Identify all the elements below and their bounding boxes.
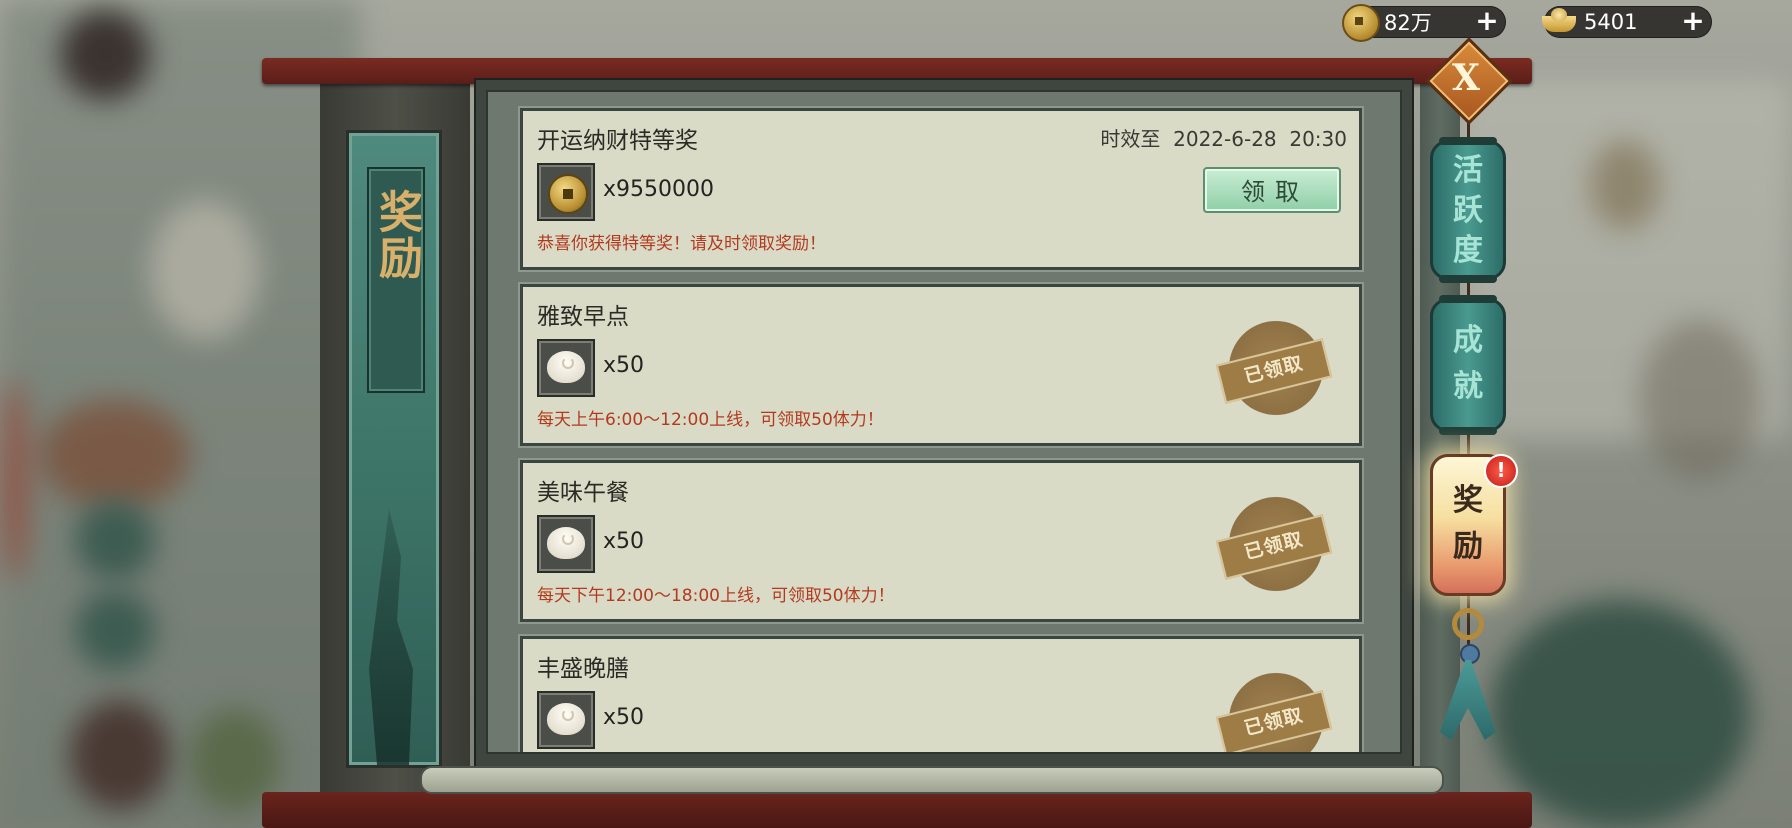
notification-badge: ! [1484, 454, 1518, 488]
reward-card: 雅致早点 x50 已领取 每天上午6:00～12:00上线，可领取50体力！ [520, 284, 1362, 446]
copper-coin-icon [548, 174, 588, 214]
reward-item-slot[interactable] [537, 691, 595, 749]
reward-title: 丰盛晚膳 [537, 656, 629, 682]
banner-title-plate: 奖励 [367, 167, 425, 393]
tab-achievements-label-1: 成 [1453, 323, 1483, 358]
rewards-list[interactable]: 开运纳财特等奖 时效至 2022-6-28 20:30 x9550000 领取 … [486, 90, 1402, 754]
reward-title: 开运纳财特等奖 [537, 128, 698, 154]
reward-quantity: x50 [603, 705, 645, 730]
reward-description: 每天下午12:00～18:00上线，可领取50体力！ [537, 586, 895, 606]
coin-charm [1452, 608, 1484, 640]
reward-card: 丰盛晚膳 x50 已领取 [520, 636, 1362, 752]
steamed-bun-icon [547, 351, 585, 383]
reward-quantity: x50 [603, 529, 645, 554]
reward-quantity: x50 [603, 353, 645, 378]
steamed-bun-icon [547, 703, 585, 735]
mountain-painting [369, 509, 413, 765]
rewards-banner: 奖励 [346, 130, 442, 768]
reward-item-slot[interactable] [537, 163, 595, 221]
add-coin-button[interactable]: + [1474, 7, 1500, 35]
reward-title: 雅致早点 [537, 304, 629, 330]
ingot-currency-display: 5401 + [1542, 4, 1712, 38]
copper-coin-icon [1342, 4, 1380, 42]
add-ingot-button[interactable]: + [1680, 7, 1706, 35]
reward-item-slot[interactable] [537, 515, 595, 573]
steamed-bun-icon [547, 527, 585, 559]
reward-description: 恭喜你获得特等奖！请及时领取奖励！ [537, 234, 826, 254]
tab-activity-label-2: 跃 [1453, 193, 1483, 228]
rewards-scroll-panel: 开运纳财特等奖 时效至 2022-6-28 20:30 x9550000 领取 … [474, 78, 1414, 772]
tab-rewards-label-1: 奖 [1453, 483, 1483, 518]
gold-ingot-icon [1542, 4, 1576, 38]
coin-currency-display: 82万 + [1342, 4, 1506, 42]
scroll-bottom-rod [420, 766, 1444, 794]
reward-quantity: x9550000 [603, 177, 714, 202]
coin-amount: 82万 [1384, 11, 1432, 35]
tab-achievements[interactable]: 成 就 [1430, 295, 1506, 435]
tab-achievements-label-2: 就 [1453, 369, 1483, 404]
reward-expiry: 时效至 2022-6-28 20:30 [1100, 127, 1347, 151]
banner-title: 奖励 [371, 189, 422, 281]
reward-card: 美味午餐 x50 已领取 每天下午12:00～18:00上线，可领取50体力！ [520, 460, 1362, 622]
tab-activity-label-1: 活 [1453, 153, 1483, 188]
tab-activity-label-3: 度 [1453, 233, 1483, 268]
reward-card: 开运纳财特等奖 时效至 2022-6-28 20:30 x9550000 领取 … [520, 108, 1362, 270]
ingot-amount: 5401 [1584, 10, 1638, 34]
claim-button[interactable]: 领取 [1203, 167, 1341, 213]
close-button[interactable]: X [1438, 50, 1494, 106]
reward-description: 每天上午6:00～12:00上线，可领取50体力！ [537, 410, 884, 430]
reward-item-slot[interactable] [537, 339, 595, 397]
tab-rewards-label-2: 励 [1453, 529, 1483, 564]
tab-activity[interactable]: 活 跃 度 [1430, 137, 1506, 283]
frame-bottom-beam [262, 792, 1532, 828]
reward-title: 美味午餐 [537, 480, 629, 506]
